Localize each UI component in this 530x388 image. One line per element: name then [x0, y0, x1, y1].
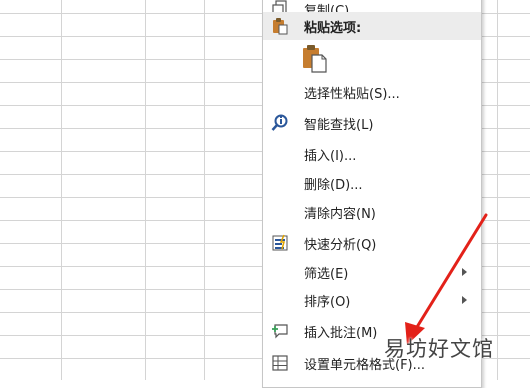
- watermark: 易坊好文馆: [384, 337, 494, 361]
- column-divider: [61, 0, 62, 380]
- menu-item-paste-special[interactable]: 选择性粘贴(S)...: [263, 78, 481, 106]
- quick-analysis-icon: [272, 234, 288, 251]
- menu-item-label: 插入批注(M): [304, 325, 378, 341]
- menu-item-label: 智能查找(L): [304, 117, 374, 133]
- format-cells-icon: [272, 355, 288, 371]
- paste-clipboard-icon: [273, 18, 288, 35]
- paste-options-label: 粘贴选项:: [304, 20, 362, 36]
- menu-item-label: 筛选(E): [304, 266, 349, 282]
- menu-item-filter[interactable]: 筛选(E): [263, 258, 481, 286]
- smart-lookup-icon: [271, 114, 288, 131]
- column-divider: [145, 0, 146, 380]
- menu-item-label: 选择性粘贴(S)...: [304, 86, 400, 102]
- submenu-arrow-icon: [462, 268, 467, 276]
- insert-comment-icon: [272, 324, 288, 339]
- paste-options-icon[interactable]: [302, 45, 328, 73]
- menu-item-insert[interactable]: 插入(I)...: [263, 140, 481, 168]
- column-divider: [497, 0, 498, 380]
- column-divider: [204, 0, 205, 380]
- paste-options-header: 粘贴选项:: [263, 12, 481, 40]
- menu-item-label: 删除(D)...: [304, 177, 363, 193]
- menu-item-label: 插入(I)...: [304, 148, 357, 164]
- menu-item-label: 快速分析(Q): [304, 237, 377, 253]
- menu-item-quick-analysis[interactable]: 快速分析(Q): [263, 229, 481, 257]
- menu-item-delete[interactable]: 删除(D)...: [263, 169, 481, 197]
- context-menu: 复制(C) 粘贴选项: 选择性粘贴(S)... 智能查找(L) 插入(I)...…: [262, 0, 482, 388]
- menu-item-sort[interactable]: 排序(O): [263, 286, 481, 314]
- submenu-arrow-icon: [462, 296, 467, 304]
- menu-item-label: 清除内容(N): [304, 206, 376, 222]
- menu-item-smart-lookup[interactable]: 智能查找(L): [263, 109, 481, 137]
- menu-item-clear-contents[interactable]: 清除内容(N): [263, 198, 481, 226]
- menu-item-label: 排序(O): [304, 294, 351, 310]
